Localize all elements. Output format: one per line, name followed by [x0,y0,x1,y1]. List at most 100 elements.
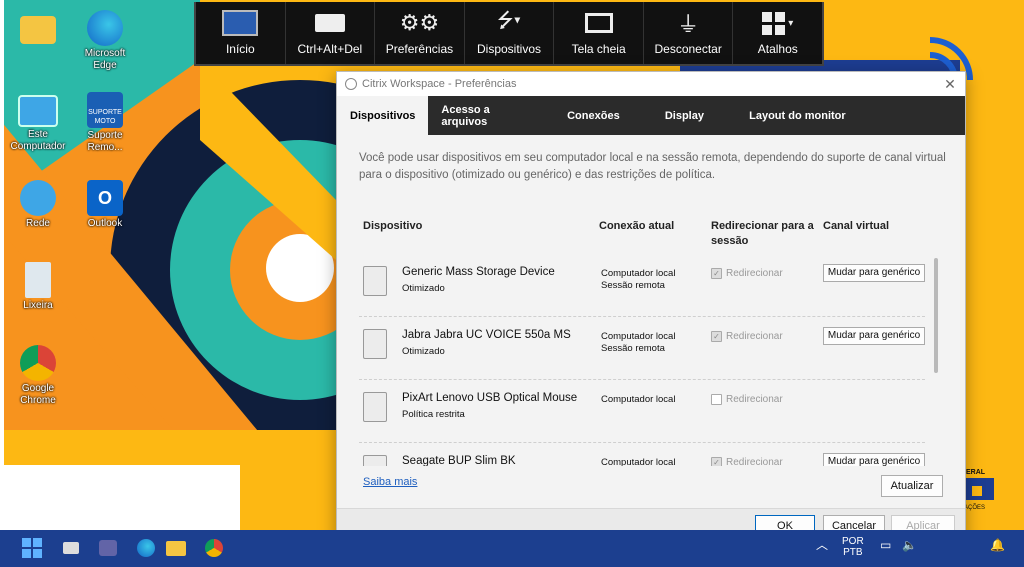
task-view-icon[interactable] [60,537,82,559]
column-header-redirect: Redirecionar para a sessão [711,220,814,247]
wallpaper-frame [0,0,4,530]
toolbar-label: Dispositivos [477,42,542,56]
keyboard-layout: PTB [843,547,863,558]
redirect-checkbox[interactable]: ✓ [711,268,722,279]
language-indicator[interactable]: POR PTB [842,536,864,558]
toolbar-devices-button[interactable]: ⭍▾ Dispositivos [465,2,555,64]
desktop-icon-recycle-bin[interactable]: Lixeira [8,262,68,312]
toolbar-label: Preferências [385,42,454,56]
desktop-icon-label: Outlook [87,218,123,229]
support-app-icon: SUPORTE MOTO [87,92,123,128]
device-connection: Computador local [601,457,675,466]
usb-device-icon [363,392,387,422]
redirect-label: Redirecionar [726,268,783,279]
usb-icon: ⭍▾ [496,10,522,32]
toolbar-label: Tela cheia [571,42,626,56]
fullscreen-icon [584,10,613,36]
redirect-label: Redirecionar [726,331,783,342]
recycle-bin-icon [25,262,51,298]
toolbar-label: Ctrl+Alt+Del [297,42,363,56]
device-name: Generic Mass Storage Device [402,266,555,278]
tab-layout-do-monitor[interactable]: Layout do monitor [730,96,864,135]
tab-acesso-a-arquivos[interactable]: Acesso a arquivos [428,96,548,135]
device-row: Seagate BUP Slim BK Computador local ✓ R… [359,443,925,466]
desktop-icon-network[interactable]: Rede [8,180,68,230]
device-connection: Computador local [601,394,675,406]
tab-display[interactable]: Display [638,96,730,135]
refresh-button[interactable]: Atualizar [881,475,943,497]
toolbar-disconnect-button[interactable]: ⏚ Desconectar [644,2,734,64]
tab-dispositivos[interactable]: Dispositivos [337,96,429,135]
desktop-icon-label: Suporte Remo... [87,130,123,153]
file-explorer-icon[interactable] [165,537,187,559]
folder-shortcut[interactable] [8,10,68,46]
device-row: Jabra Jabra UC VOICE 550a MS Otimizado C… [359,317,925,380]
desktop-icon-label: Google Chrome [20,383,56,406]
redirect-checkbox[interactable]: ✓ [711,457,722,466]
start-icon[interactable] [22,537,44,559]
connection-remote: Sessão remota [601,343,665,354]
device-status: Política restrita [402,409,465,420]
switch-to-generic-button[interactable]: Mudar para genérico [823,264,925,282]
device-connection: Computador local Sessão remota [601,268,675,292]
usb-device-icon [363,329,387,359]
connection-local: Computador local [601,268,676,279]
desktop-icon-edge[interactable]: Microsoft Edge [75,10,135,72]
desktop-icon-label: Lixeira [23,300,53,311]
tab-conexoes[interactable]: Conexões [548,96,638,135]
toolbar-ctrl-alt-del-button[interactable]: Ctrl+Alt+Del [286,2,376,64]
redirect-checkbox[interactable]: ✓ [711,331,722,342]
connection-remote: Sessão remota [601,280,665,291]
grid-icon: ▾ [762,10,793,36]
desktop-icon-remote-support[interactable]: SUPORTE MOTO Suporte Remo... [75,92,135,154]
switch-to-generic-button[interactable]: Mudar para genérico [823,327,925,345]
device-connection: Computador local Sessão remota [601,331,675,355]
folder-icon [20,16,56,44]
toolbar-label: Início [225,42,255,56]
device-list-scrollbar[interactable] [934,258,938,373]
tab-bar: Dispositivos Acesso a arquivos Conexões … [337,96,965,135]
redirect-label: Redirecionar [726,457,783,466]
device-name: Jabra Jabra UC VOICE 550a MS [402,329,571,341]
desktop-icon-label: Este Computador [10,129,66,152]
toolbar-preferences-button[interactable]: ⚙⚙ Preferências [375,2,465,64]
desktop-icon-chrome[interactable]: Google Chrome [8,345,68,407]
outlook-icon: O [87,180,123,216]
device-name: Seagate BUP Slim BK [402,455,516,466]
toolbar-home-button[interactable]: Início [196,2,286,64]
device-status: Otimizado [402,346,445,357]
taskbar: ︿ POR PTB ▭ 🔈 🔔 [0,530,1024,567]
network-icon[interactable]: ▭ [880,539,891,551]
close-icon[interactable]: ✕ [935,76,965,93]
notification-bell-icon[interactable]: 🔔 [990,539,1005,551]
redirect-label: Redirecionar [726,394,783,405]
gears-icon: ⚙⚙ [399,10,440,35]
volume-icon[interactable]: 🔈 [902,539,917,551]
devices-description: Você pode usar dispositivos em seu compu… [359,152,946,181]
monitor-icon [222,10,259,36]
citrix-toolbar: Início Ctrl+Alt+Del ⚙⚙ Preferências ⭍▾ D… [194,2,824,66]
support-tile-text: SUPORTE MOTO [88,109,122,125]
edge-icon[interactable] [135,537,157,559]
device-name: PixArt Lenovo USB Optical Mouse [402,392,578,404]
chevron-up-icon[interactable]: ︿ [816,539,828,551]
device-row: Generic Mass Storage Device Otimizado Co… [359,254,925,317]
language-code: POR [842,536,864,547]
chrome-icon[interactable] [203,537,225,559]
citrix-icon [345,78,357,90]
desktop-icon-this-pc[interactable]: Este Computador [8,95,68,153]
desktop-icon-outlook[interactable]: O Outlook [75,180,135,230]
redirect-checkbox[interactable] [711,394,722,405]
device-status: Otimizado [402,283,445,294]
toolbar-fullscreen-button[interactable]: Tela cheia [554,2,644,64]
switch-to-generic-button[interactable]: Mudar para genérico [823,453,925,466]
learn-more-link[interactable]: Saiba mais [363,476,417,488]
usb-device-icon [363,455,387,466]
toolbar-label: Desconectar [654,42,722,56]
teams-icon[interactable] [97,537,119,559]
column-header-connection: Conexão atual [599,220,675,232]
dialog-title: Citrix Workspace - Preferências [362,78,517,90]
toolbar-shortcuts-button[interactable]: ▾ Atalhos [733,2,822,64]
desktop-icon-label: Microsoft Edge [84,48,126,71]
connection-local: Computador local [601,331,676,342]
